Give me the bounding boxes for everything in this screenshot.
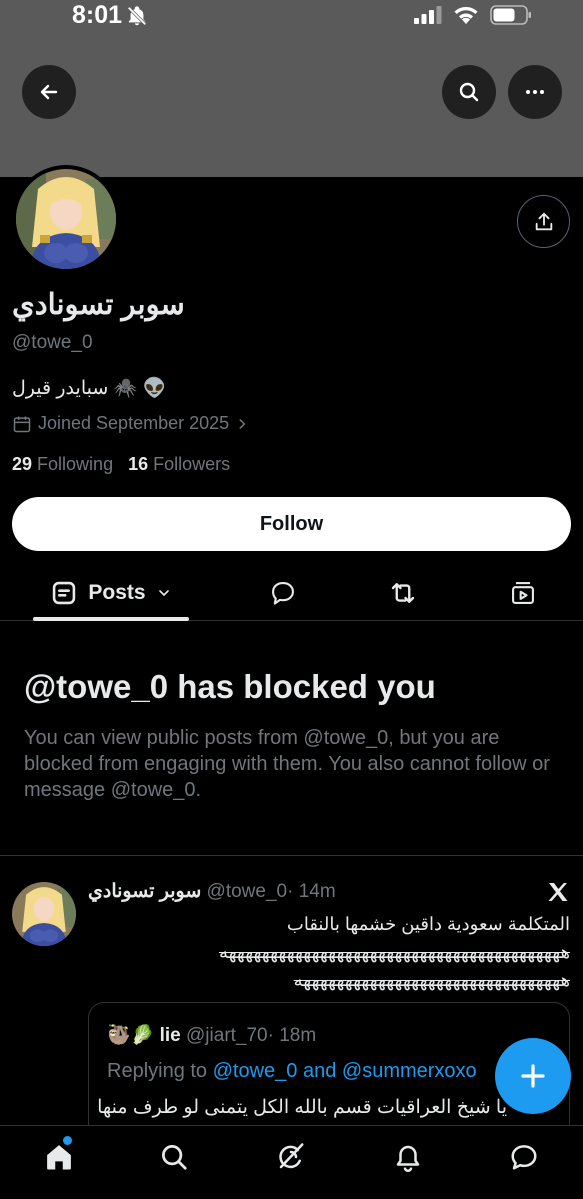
posts-icon bbox=[53, 581, 76, 605]
quote-author-name: lie bbox=[159, 1025, 181, 1046]
follow-counts: 29 Following 16 Followers bbox=[12, 454, 230, 475]
home-icon bbox=[47, 1145, 71, 1170]
tab-media[interactable] bbox=[498, 565, 548, 621]
search-button[interactable] bbox=[442, 65, 496, 119]
nav-grok[interactable] bbox=[274, 1140, 308, 1174]
compose-button[interactable] bbox=[495, 1038, 571, 1114]
quote-header: 🦥🥬 lie @jiart_70· 18m bbox=[107, 1023, 316, 1047]
profile-tabs: Posts bbox=[0, 565, 583, 621]
more-button[interactable] bbox=[508, 65, 562, 119]
messages-icon bbox=[511, 1145, 537, 1170]
status-time: 8:01 bbox=[72, 1, 123, 29]
repost-icon bbox=[391, 583, 415, 603]
profile-display-name: سوبر تسونادي bbox=[12, 289, 185, 321]
post-text-line: ههههههههههههههههههههههههههههههههه bbox=[293, 970, 570, 990]
follow-button[interactable]: Follow bbox=[12, 497, 571, 551]
replying-prefix: Replying to bbox=[107, 1060, 208, 1082]
avatar-image bbox=[16, 169, 116, 269]
arrow-left-icon bbox=[40, 84, 58, 100]
following-label: Following bbox=[37, 454, 114, 474]
more-horizontal-icon bbox=[526, 90, 544, 94]
chevron-down-icon bbox=[158, 590, 169, 597]
nav-search[interactable] bbox=[157, 1140, 191, 1174]
plus-icon bbox=[521, 1064, 545, 1088]
tab-posts[interactable]: Posts bbox=[33, 565, 189, 621]
status-bar: 8:01 bbox=[0, 0, 583, 34]
tab-active-indicator bbox=[33, 617, 189, 621]
calendar-icon bbox=[13, 416, 31, 432]
notifications-icon bbox=[396, 1145, 420, 1172]
search-icon bbox=[162, 1145, 187, 1170]
nav-messages[interactable] bbox=[507, 1140, 541, 1174]
nav-home[interactable] bbox=[42, 1140, 76, 1174]
post-author-name[interactable]: سوبر تسونادي bbox=[88, 881, 201, 902]
media-icon bbox=[512, 582, 534, 604]
nav-notifications[interactable] bbox=[391, 1140, 425, 1174]
grok-icon bbox=[279, 1143, 304, 1169]
wifi-icon bbox=[454, 6, 478, 24]
tab-replies[interactable] bbox=[258, 565, 308, 621]
search-icon bbox=[459, 82, 479, 102]
post-text: المتكلمة سعودية داقين خشمها بالنقاب هههه… bbox=[88, 910, 570, 994]
blocked-body: You can view public posts from @towe_0, … bbox=[24, 727, 550, 801]
profile-joined[interactable]: Joined September 2025 bbox=[12, 413, 249, 434]
post-text-line: هههههههههههههههههههههههههههههههههههههههه… bbox=[218, 942, 570, 962]
profile-handle: @towe_0 bbox=[12, 332, 93, 353]
back-button[interactable] bbox=[22, 65, 76, 119]
quote-replying-to: Replying to @towe_0 and @summerxoxo bbox=[107, 1060, 477, 1083]
followers-label: Followers bbox=[153, 454, 231, 474]
divider bbox=[0, 855, 583, 856]
chevron-right-icon bbox=[239, 418, 246, 429]
quote-author-emoji: 🦥🥬 bbox=[107, 1025, 155, 1046]
blocked-title: @towe_0 has blocked you bbox=[24, 668, 436, 705]
battery-icon bbox=[490, 5, 531, 25]
quote-text: يا شيخ العراقيات قسم بالله الكل يتمنى لو… bbox=[97, 1097, 507, 1118]
post-time: · 14m bbox=[287, 881, 336, 902]
quote-author-handle: @jiart_70 bbox=[186, 1025, 268, 1046]
post-avatar[interactable] bbox=[12, 882, 76, 946]
profile-bio: سبايدر قيرل 🕷️ 👽 bbox=[12, 378, 167, 399]
home-notification-dot bbox=[63, 1136, 72, 1145]
tab-reposts[interactable] bbox=[378, 565, 428, 621]
post-text-line: المتكلمة سعودية داقين خشمها بالنقاب bbox=[286, 914, 570, 934]
reply-icon bbox=[272, 582, 294, 605]
replying-targets-link[interactable]: @towe_0 and @summerxoxo bbox=[213, 1060, 477, 1082]
tab-posts-label: Posts bbox=[88, 581, 146, 604]
share-button[interactable] bbox=[517, 195, 570, 248]
followers-link[interactable]: 16 Followers bbox=[128, 454, 230, 474]
bell-off-icon bbox=[127, 6, 147, 26]
bottom-nav bbox=[0, 1125, 583, 1199]
following-link[interactable]: 29 Following bbox=[12, 454, 113, 474]
following-count: 29 bbox=[12, 454, 33, 474]
signal-icon bbox=[414, 6, 442, 24]
followers-count: 16 bbox=[128, 454, 149, 474]
x-logo-icon bbox=[548, 883, 568, 901]
post-header: سوبر تسونادي @towe_0· 14m bbox=[88, 880, 336, 903]
joined-label: Joined September 2025 bbox=[38, 413, 230, 433]
share-icon bbox=[535, 212, 552, 230]
avatar-image bbox=[12, 882, 76, 946]
profile-avatar[interactable] bbox=[12, 165, 120, 273]
quote-time: · 18m bbox=[267, 1025, 317, 1046]
post-author-handle[interactable]: @towe_0 bbox=[207, 881, 288, 902]
